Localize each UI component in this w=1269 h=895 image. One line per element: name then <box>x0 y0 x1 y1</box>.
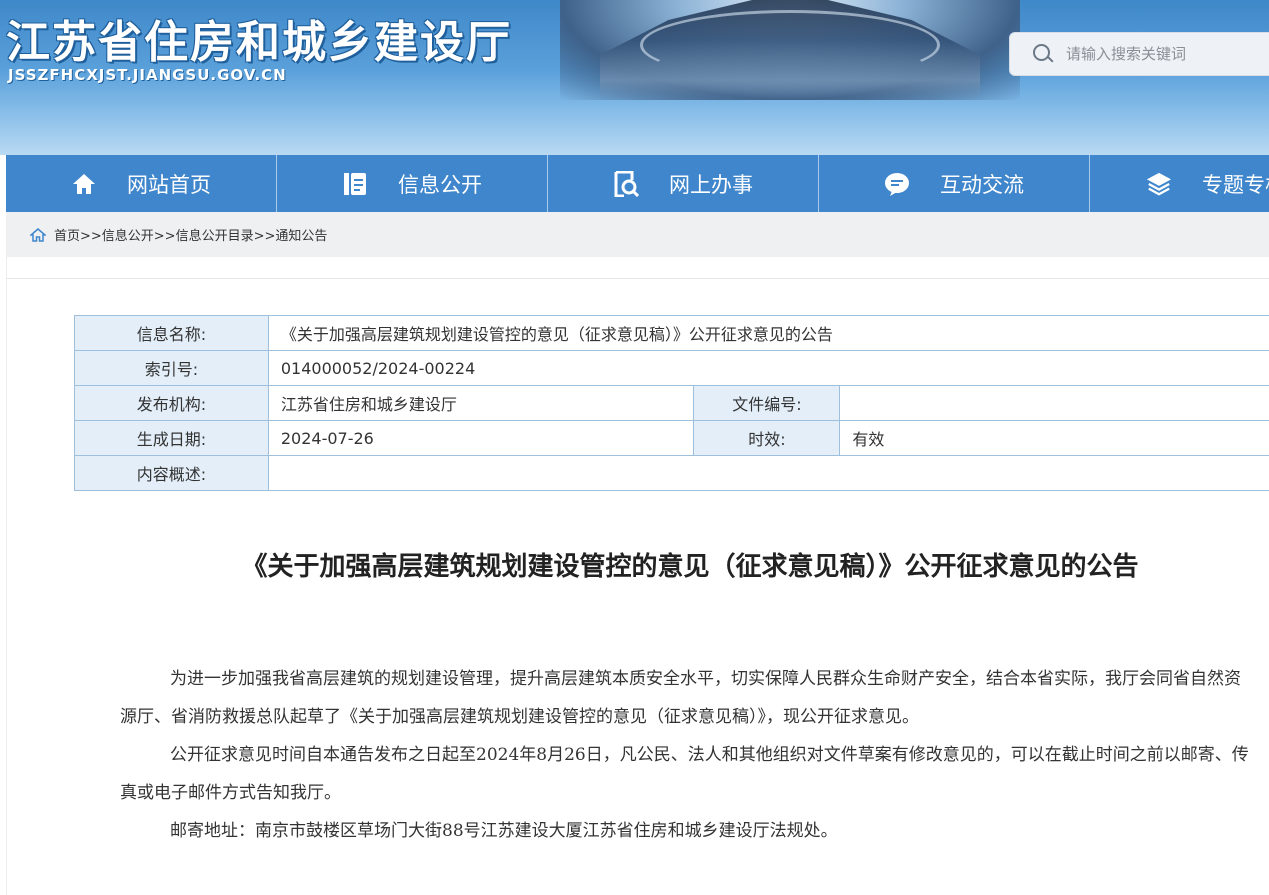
divider <box>6 278 1269 279</box>
document-list-icon <box>342 171 368 197</box>
article-paragraph: 公开征求意见时间自本通告发布之日起至2024年8月26日，凡公民、法人和其他组织… <box>120 745 1249 803</box>
info-summary-label: 内容概述: <box>74 455 269 491</box>
table-row: 信息名称: 《关于加强高层建筑规划建设管控的意见（征求意见稿）》公开征求意见的公… <box>74 315 1269 351</box>
nav-item-home[interactable]: 网站首页 <box>6 155 277 212</box>
article-paragraph: 为进一步加强我省高层建筑的规划建设管理，提升高层建筑本质安全水平，切实保障人民群… <box>120 669 1241 727</box>
article-paragraph: 邮寄地址：南京市鼓楼区草场门大街88号江苏建设大厦江苏省住房和城乡建设厅法规处。 <box>170 821 838 841</box>
search-box[interactable] <box>1009 32 1269 76</box>
banner-arc-decoration <box>640 10 940 80</box>
info-summary-value <box>267 455 1269 491</box>
breadcrumb-home-icon <box>28 227 48 242</box>
nav-item-label: 互动交流 <box>940 172 1024 197</box>
info-name-label: 信息名称: <box>74 315 269 351</box>
table-row: 索引号: 014000052/2024-00224 <box>74 350 1269 386</box>
layers-icon <box>1146 171 1172 197</box>
search-input[interactable] <box>1066 45 1266 63</box>
info-date-label: 生成日期: <box>74 420 269 456</box>
info-date-value: 2024-07-26 <box>267 420 695 456</box>
table-row: 内容概述: <box>74 455 1269 491</box>
info-index-label: 索引号: <box>74 350 269 386</box>
info-validity-label: 时效: <box>693 420 841 456</box>
info-table: 信息名称: 《关于加强高层建筑规划建设管控的意见（征求意见稿）》公开征求意见的公… <box>74 315 1269 491</box>
search-document-icon <box>613 170 639 197</box>
info-docno-label: 文件编号: <box>693 385 841 421</box>
breadcrumb: 首页>>信息公开>>信息公开目录>>通知公告 <box>6 212 1269 257</box>
nav-item-special-topics[interactable]: 专题专栏 <box>1090 155 1269 212</box>
nav-item-interaction[interactable]: 互动交流 <box>819 155 1090 212</box>
header-banner: 江苏省住房和城乡建设厅 JSSZFHCXJST.JIANGSU.GOV.CN <box>0 0 1269 155</box>
article-body: 为进一步加强我省高层建筑的规划建设管理，提升高层建筑本质安全水平，切实保障人民群… <box>120 660 1250 850</box>
nav-item-online-service[interactable]: 网上办事 <box>548 155 819 212</box>
nav-item-label: 专题专栏 <box>1202 172 1269 197</box>
info-org-label: 发布机构: <box>74 385 269 421</box>
breadcrumb-text[interactable]: 首页>>信息公开>>信息公开目录>>通知公告 <box>54 225 327 244</box>
nav-item-label: 网上办事 <box>669 172 753 197</box>
nav-item-info-public[interactable]: 信息公开 <box>277 155 548 212</box>
chat-bubble-icon <box>884 171 910 197</box>
nav-item-label: 信息公开 <box>398 172 482 197</box>
main-nav: 网站首页 信息公开 网上办事 互动交流 专题专栏 <box>6 155 1269 212</box>
table-row: 生成日期: 2024-07-26 时效: 有效 <box>74 420 1269 456</box>
info-org-value: 江苏省住房和城乡建设厅 <box>267 385 695 421</box>
table-row: 发布机构: 江苏省住房和城乡建设厅 文件编号: <box>74 385 1269 421</box>
info-validity-value: 有效 <box>839 420 1269 456</box>
home-icon <box>71 171 97 197</box>
info-docno-value <box>839 385 1269 421</box>
info-index-value: 014000052/2024-00224 <box>267 350 1269 386</box>
article-title: 《关于加强高层建筑规划建设管控的意见（征求意见稿）》公开征求意见的公告 <box>241 552 1139 582</box>
search-icon[interactable] <box>1032 43 1054 65</box>
nav-item-label: 网站首页 <box>127 172 211 197</box>
site-title[interactable]: 江苏省住房和城乡建设厅 <box>6 6 512 70</box>
site-domain: JSSZFHCXJST.JIANGSU.GOV.CN <box>8 66 287 84</box>
info-name-value: 《关于加强高层建筑规划建设管控的意见（征求意见稿）》公开征求意见的公告 <box>267 315 1269 351</box>
